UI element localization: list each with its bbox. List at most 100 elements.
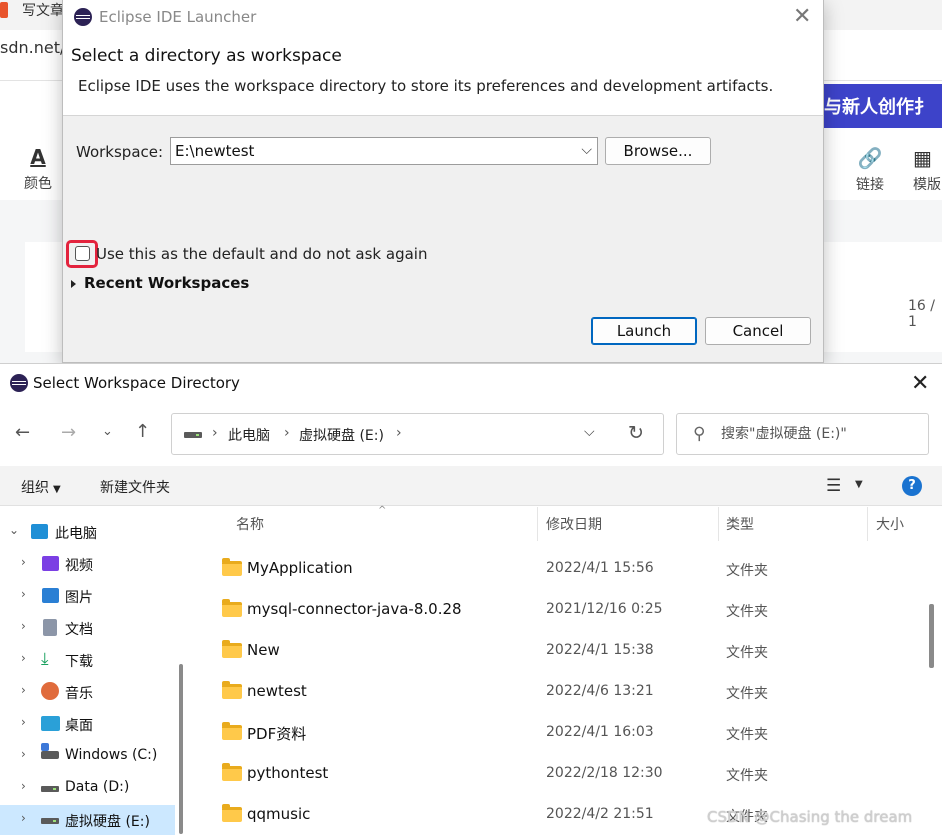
file-row[interactable]: pythontest 2022/2/18 12:30 文件夹	[193, 752, 913, 793]
file-modified: 2022/4/1 16:03	[546, 724, 654, 740]
tree-item-label: 图片	[65, 590, 93, 606]
tree-item-label: 视频	[65, 558, 93, 574]
launch-button[interactable]: Launch	[591, 317, 697, 345]
chevron-right-icon[interactable]: ›	[21, 747, 26, 761]
column-type[interactable]: 类型	[726, 514, 754, 534]
column-divider[interactable]	[718, 507, 719, 541]
template-tool[interactable]: ▦ 模版	[913, 146, 942, 194]
up-arrow-icon[interactable]: ↑	[135, 421, 150, 442]
launcher-close-icon[interactable]: ✕	[793, 6, 811, 28]
tree-item-this-pc[interactable]: ⌄ 此电脑	[0, 517, 175, 547]
drive-icon	[41, 786, 59, 792]
default-workspace-checkbox[interactable]	[75, 246, 90, 261]
font-color-icon: A	[30, 145, 46, 169]
chevron-right-icon[interactable]: ›	[21, 779, 26, 793]
chevron-right-icon[interactable]: ›	[21, 651, 26, 665]
file-modified: 2022/4/1 15:56	[546, 560, 654, 576]
chevron-down-icon[interactable]: ⌵	[581, 142, 592, 158]
file-type: 文件夹	[726, 727, 768, 743]
cancel-button[interactable]: Cancel	[705, 317, 811, 345]
tree-item-pictures[interactable]: › 图片	[0, 581, 175, 611]
tree-item-documents[interactable]: › 文档	[0, 613, 175, 643]
tree-item-music[interactable]: › 音乐	[0, 677, 175, 707]
navigation-scrollbar[interactable]	[179, 664, 183, 834]
promo-banner[interactable]: 与新人创作扌	[818, 84, 942, 128]
chevron-right-icon[interactable]: ›	[21, 619, 26, 633]
folder-icon	[222, 558, 242, 576]
file-row[interactable]: MyApplication 2022/4/1 15:56 文件夹	[193, 547, 913, 588]
folder-icon	[222, 722, 242, 740]
default-workspace-label[interactable]: Use this as the default and do not ask a…	[96, 245, 427, 263]
tree-item-windows-c[interactable]: › Windows (C:)	[0, 741, 175, 771]
recent-locations-icon[interactable]: ⌄	[102, 424, 113, 439]
download-icon: ⤓	[41, 649, 49, 669]
template-tool-label: 模版	[913, 177, 941, 193]
recent-workspaces-toggle[interactable]: Recent Workspaces	[84, 274, 249, 292]
chevron-right-icon[interactable]: ›	[21, 811, 26, 825]
workspace-combobox[interactable]: ⌵	[170, 137, 598, 165]
chevron-right-icon[interactable]: ›	[284, 425, 290, 441]
breadcrumb-drive-e[interactable]: 虚拟硬盘 (E:)	[299, 425, 384, 445]
link-tool[interactable]: 🔗 链接	[851, 146, 889, 194]
browser-tab[interactable]: 写文章	[22, 0, 64, 20]
file-modified: 2022/4/1 15:38	[546, 642, 654, 658]
file-type: 文件夹	[726, 563, 768, 579]
caret-down-icon[interactable]: ▼	[855, 479, 863, 490]
new-folder-button[interactable]: 新建文件夹	[100, 477, 170, 497]
chevron-right-icon[interactable]: ›	[396, 425, 402, 441]
folder-icon	[222, 804, 242, 822]
organize-menu[interactable]: 组织 ▼	[21, 477, 61, 497]
search-input[interactable]	[721, 423, 921, 445]
back-arrow-icon[interactable]: ←	[15, 422, 30, 443]
drive-icon	[184, 432, 202, 438]
eclipse-logo-icon	[10, 374, 28, 392]
template-icon: ▦	[913, 146, 932, 170]
chevron-right-icon[interactable]: ›	[21, 555, 26, 569]
column-size[interactable]: 大小	[876, 514, 904, 534]
tree-item-desktop[interactable]: › 桌面	[0, 709, 175, 739]
view-list-icon[interactable]: ☰	[826, 476, 841, 496]
color-tool-label: 颜色	[24, 176, 52, 192]
column-name[interactable]: 名称	[236, 514, 264, 534]
expand-arrow-icon[interactable]	[71, 280, 76, 288]
column-divider[interactable]	[537, 507, 538, 541]
refresh-icon[interactable]: ↻	[628, 422, 644, 444]
breadcrumb-this-pc[interactable]: 此电脑	[228, 425, 270, 445]
column-divider[interactable]	[867, 507, 868, 541]
chevron-right-icon[interactable]: ›	[212, 425, 218, 441]
file-row[interactable]: newtest 2022/4/6 13:21 文件夹	[193, 670, 913, 711]
address-url[interactable]: sdn.net/	[0, 38, 65, 57]
column-date-modified[interactable]: 修改日期	[546, 514, 602, 534]
file-row[interactable]: PDF资料 2022/4/1 16:03 文件夹	[193, 711, 913, 752]
file-type: 文件夹	[726, 686, 768, 702]
tree-item-label: 此电脑	[55, 526, 97, 542]
search-box[interactable]: ⚲	[676, 413, 929, 455]
address-bar[interactable]: › 此电脑 › 虚拟硬盘 (E:) › ⌵ ↻	[171, 413, 664, 455]
color-tool[interactable]: A 颜色	[20, 145, 56, 193]
file-row[interactable]: mysql-connector-java-8.0.28 2021/12/16 0…	[193, 588, 913, 629]
chevron-down-icon[interactable]: ⌄	[9, 523, 19, 537]
tree-item-virtual-disk-e[interactable]: › 虚拟硬盘 (E:)	[0, 805, 175, 835]
workspace-label: Workspace:	[76, 143, 164, 161]
pictures-icon	[42, 588, 59, 603]
chevron-right-icon[interactable]: ›	[21, 683, 26, 697]
file-row[interactable]: New 2022/4/1 15:38 文件夹	[193, 629, 913, 670]
tree-item-label: 下载	[65, 654, 93, 670]
tree-item-downloads[interactable]: › ⤓ 下载	[0, 645, 175, 675]
browse-button[interactable]: Browse...	[605, 137, 711, 165]
picker-close-icon[interactable]: ✕	[911, 373, 929, 395]
chevron-right-icon[interactable]: ›	[21, 715, 26, 729]
tree-item-videos[interactable]: › 视频	[0, 549, 175, 579]
drive-icon	[41, 818, 59, 824]
workspace-input[interactable]	[171, 138, 571, 164]
eclipse-logo-icon	[74, 8, 92, 26]
computer-icon	[31, 524, 48, 539]
chevron-down-icon[interactable]: ⌵	[584, 424, 595, 440]
forward-arrow-icon[interactable]: →	[61, 422, 76, 443]
chevron-right-icon[interactable]: ›	[21, 587, 26, 601]
launcher-description: Eclipse IDE uses the workspace directory…	[78, 77, 774, 95]
file-list-scrollbar[interactable]	[929, 604, 934, 668]
help-icon[interactable]: ?	[902, 476, 922, 496]
tree-item-data-d[interactable]: › Data (D:)	[0, 773, 175, 803]
tree-item-label: Windows (C:)	[65, 747, 158, 763]
